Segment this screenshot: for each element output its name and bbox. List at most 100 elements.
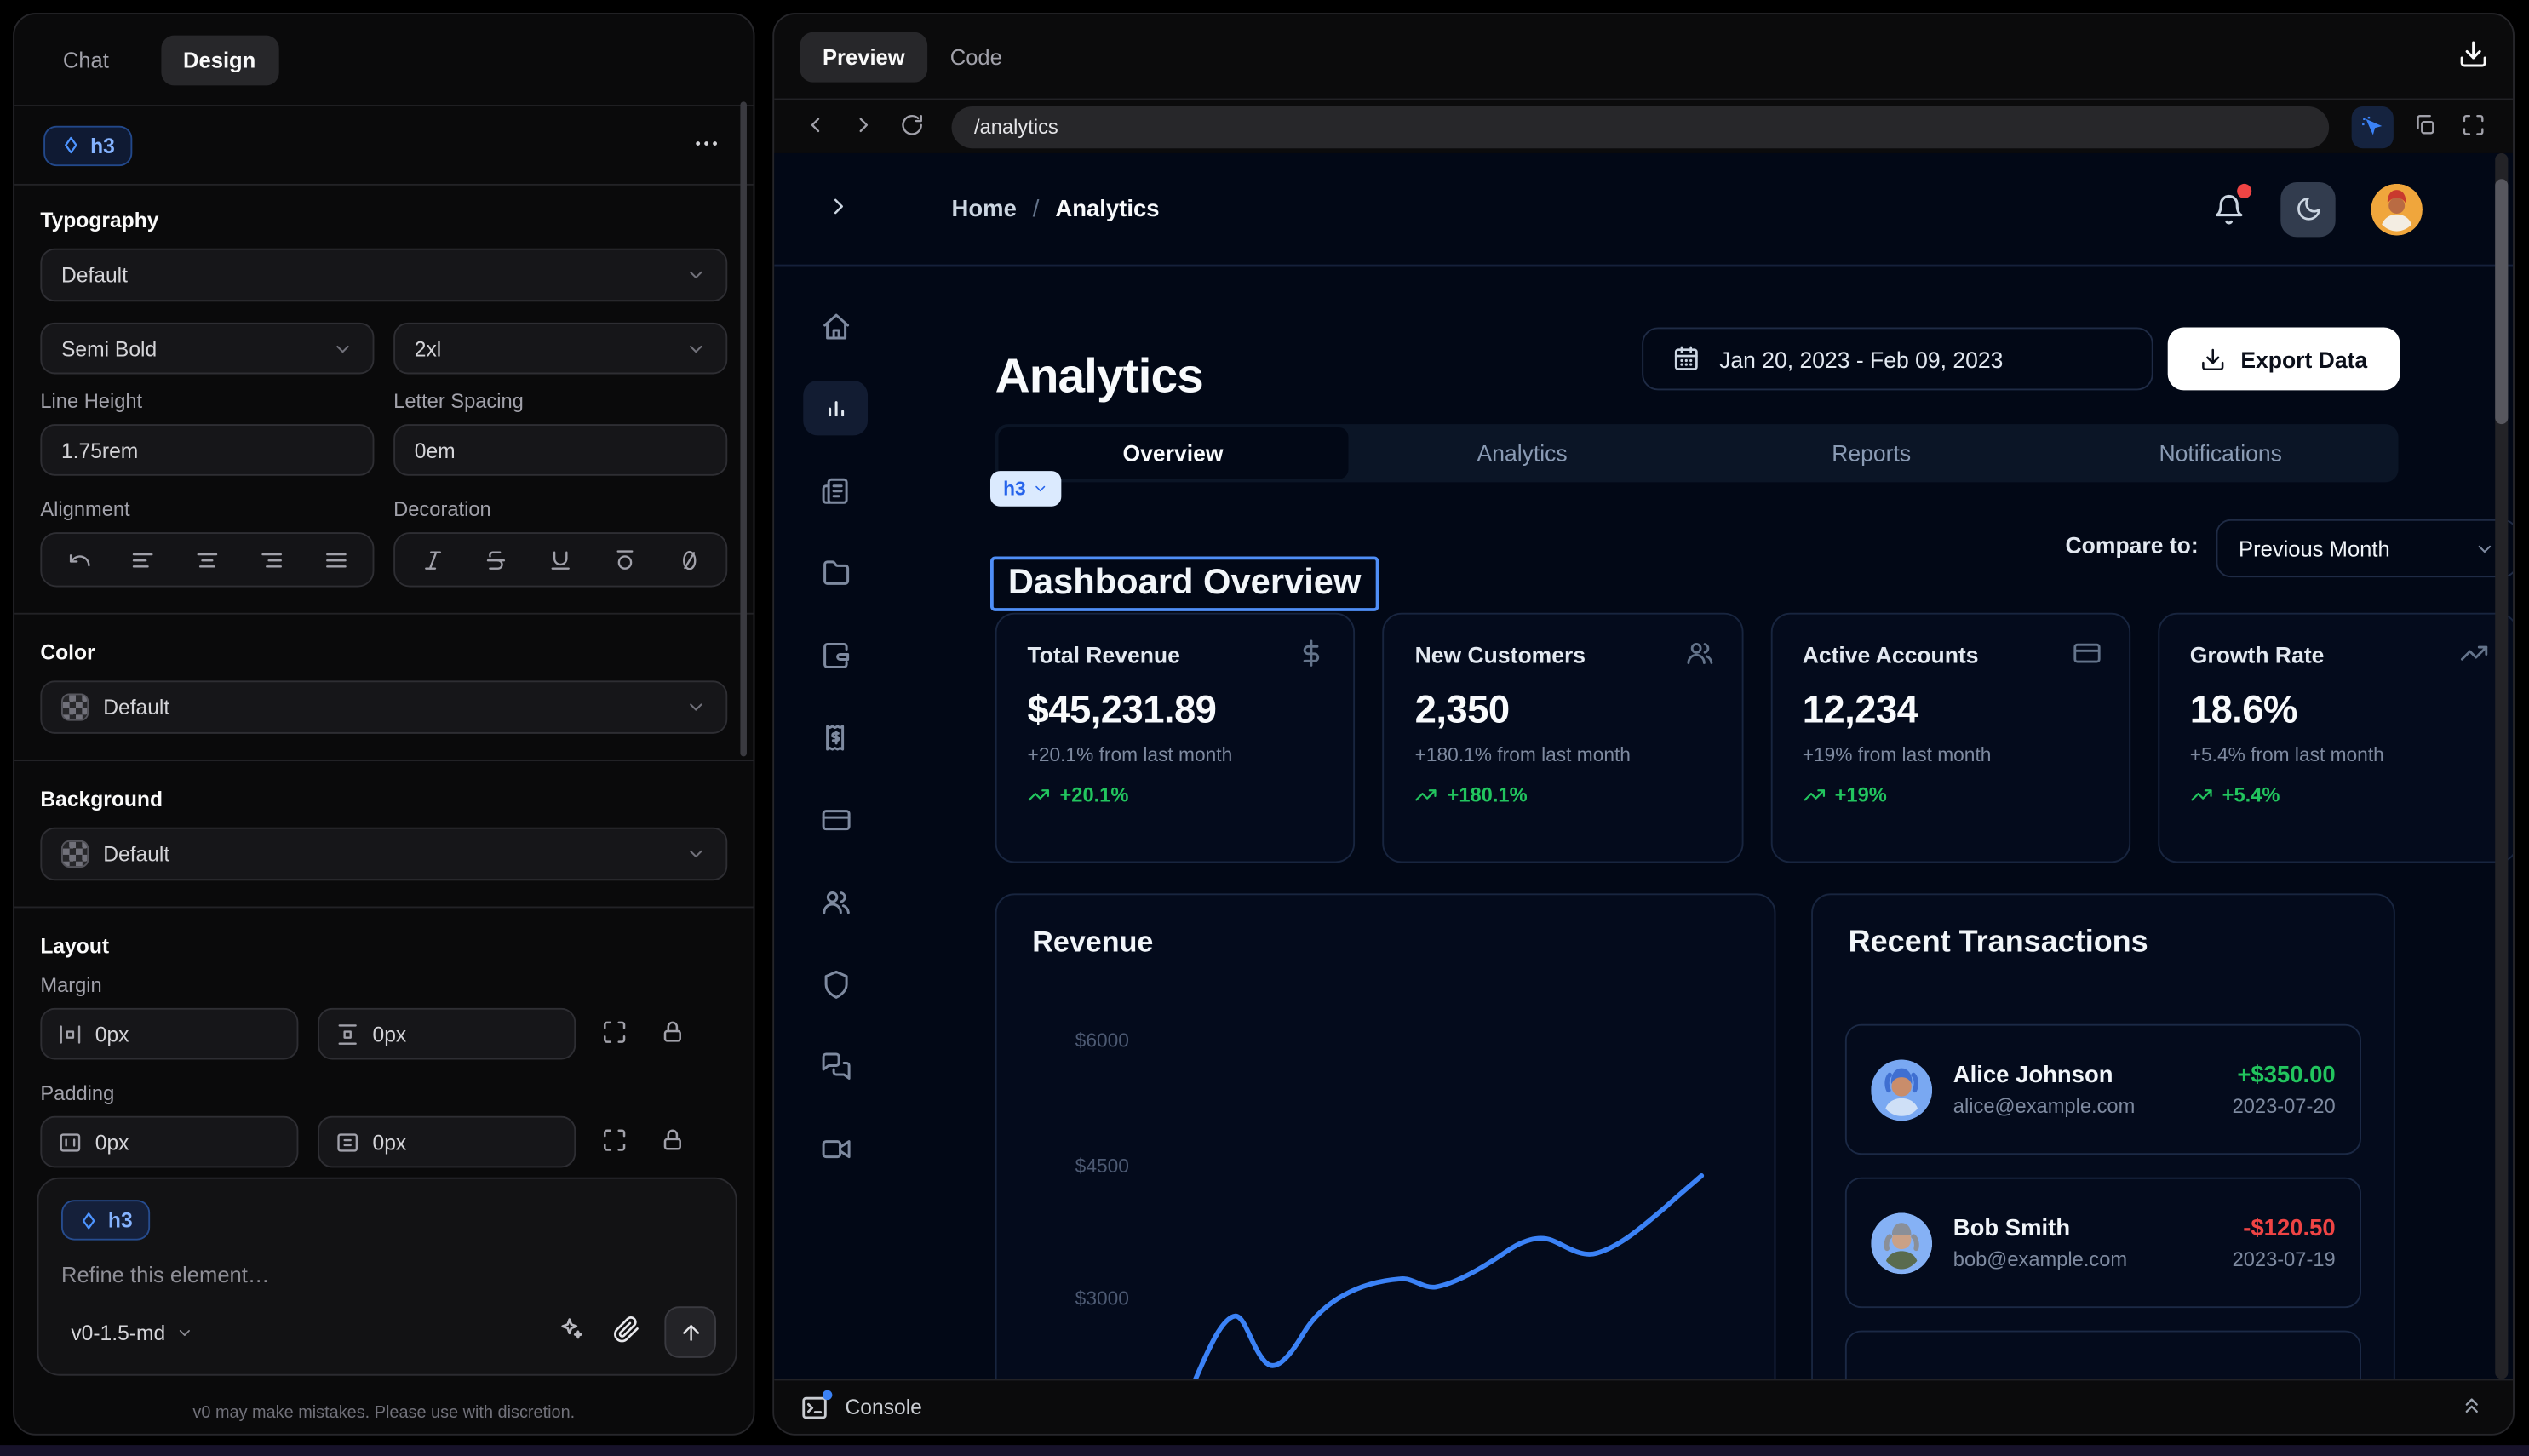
color-value: Default [103, 695, 169, 719]
sidebar-item-house[interactable] [803, 298, 868, 353]
stat-delta: +180.1% [1415, 784, 1711, 807]
url-input[interactable]: /analytics [952, 106, 2330, 147]
date-range-button[interactable]: Jan 20, 2023 - Feb 09, 2023 [1642, 328, 2153, 391]
transaction-name: Alice Johnson [1953, 1062, 2113, 1087]
italic-button[interactable] [404, 537, 459, 582]
compare-select[interactable]: Previous Month [2216, 519, 2514, 577]
user-avatar[interactable] [2371, 183, 2423, 235]
underline-button[interactable] [533, 537, 588, 582]
attach-file-button[interactable] [610, 1316, 642, 1349]
sidebar-item-wallet[interactable] [803, 628, 868, 682]
transaction-row[interactable]: Bob Smith-$120.50bob@example.com2023-07-… [1845, 1178, 2361, 1308]
bar-chart-icon [820, 393, 851, 423]
margin-lock-button[interactable] [653, 1014, 691, 1052]
clear-decoration-button[interactable] [662, 537, 716, 582]
back-button[interactable] [797, 109, 833, 145]
reset-alignment-button[interactable] [52, 537, 106, 582]
composer-element-chip[interactable]: h3 [61, 1200, 151, 1240]
refresh-button[interactable] [893, 109, 929, 145]
font-family-select[interactable]: Default [40, 249, 727, 302]
tab-reports[interactable]: Reports [1697, 427, 2046, 479]
sidebar-item-messages[interactable] [803, 1039, 868, 1093]
stat-title: Total Revenue [1028, 642, 1323, 668]
sidebar-item-receipt[interactable] [803, 709, 868, 764]
alignment-toolbar [40, 532, 374, 587]
tab-design[interactable]: Design [161, 35, 278, 85]
padding-lock-button[interactable] [653, 1122, 691, 1161]
align-right-button[interactable] [244, 537, 298, 582]
console-icon [800, 1393, 829, 1422]
sidebar-item-users[interactable] [803, 874, 868, 929]
console-bar[interactable]: Console [774, 1379, 2513, 1433]
fullscreen-button[interactable] [2455, 109, 2491, 145]
transaction-row[interactable]: Alice Johnson+$350.00alice@example.com20… [1845, 1024, 2361, 1155]
tab-code[interactable]: Code [927, 32, 1024, 82]
padding-expand-button[interactable] [595, 1122, 634, 1161]
tab-notifications[interactable]: Notifications [2046, 427, 2395, 479]
margin-y-input[interactable]: 0px [318, 1008, 576, 1060]
font-weight-value: Semi Bold [61, 336, 157, 360]
duplicate-button[interactable] [2406, 109, 2442, 145]
element-menu-button[interactable] [682, 124, 724, 166]
overline-button[interactable] [597, 537, 651, 582]
sidebar-item-newspaper[interactable] [803, 463, 868, 518]
tab-chat[interactable]: Chat [40, 35, 131, 85]
letter-spacing-input[interactable]: 0em [393, 424, 727, 476]
selected-element-badge[interactable]: h3 [43, 125, 133, 165]
folder-icon [820, 557, 851, 588]
font-weight-select[interactable]: Semi Bold [40, 323, 374, 375]
align-left-button[interactable] [116, 537, 170, 582]
stat-subtext: +19% from last month [1803, 743, 2098, 766]
line-height-input[interactable]: 1.75rem [40, 424, 374, 476]
console-expand-button[interactable] [2455, 1391, 2487, 1424]
padding-horizontal-icon [58, 1130, 82, 1154]
tab-preview[interactable]: Preview [800, 32, 927, 82]
download-button[interactable] [2448, 37, 2486, 76]
breadcrumb-home[interactable]: Home [952, 196, 1017, 221]
stat-subtext: +180.1% from last month [1415, 743, 1711, 766]
sidebar-item-bar-chart[interactable] [803, 381, 868, 435]
tab-analytics[interactable]: Analytics [1348, 427, 1697, 479]
background-value: Default [103, 842, 169, 866]
refine-composer[interactable]: h3 Refine this element… v0-1.5-md [37, 1178, 737, 1376]
padding-x-input[interactable]: 0px [40, 1116, 298, 1168]
typography-section-label: Typography [40, 208, 727, 232]
slash-zero-icon [677, 547, 701, 571]
margin-expand-button[interactable] [595, 1014, 634, 1052]
theme-toggle-button[interactable] [2280, 181, 2335, 236]
background-select[interactable]: Default [40, 828, 727, 881]
sidebar-item-credit-card[interactable] [803, 792, 868, 846]
padding-x-value: 0px [95, 1130, 129, 1154]
forward-button[interactable] [846, 109, 881, 145]
sidebar-toggle-button[interactable] [816, 190, 854, 228]
disclaimer-text: v0 may make mistakes. Please use with di… [14, 1403, 754, 1423]
selection-tag-chip[interactable]: h3 [990, 471, 1061, 507]
transaction-row-clipped[interactable] [1845, 1331, 2361, 1379]
transaction-email: bob@example.com [1953, 1247, 2127, 1270]
section-heading-selected[interactable]: Dashboard Overview [990, 556, 1379, 610]
font-size-select[interactable]: 2xl [393, 323, 727, 375]
padding-y-input[interactable]: 0px [318, 1116, 576, 1168]
transaction-details: Bob Smith-$120.50bob@example.com2023-07-… [1953, 1215, 2336, 1270]
chevron-down-icon [685, 696, 707, 718]
color-select[interactable]: Default [40, 680, 727, 734]
transactions-list: Alice Johnson+$350.00alice@example.com20… [1845, 1024, 2361, 1379]
strikethrough-button[interactable] [469, 537, 524, 582]
enhance-prompt-button[interactable] [555, 1316, 588, 1349]
sidebar-item-folder[interactable] [803, 545, 868, 599]
align-justify-button[interactable] [308, 537, 363, 582]
sidebar-item-shield[interactable] [803, 956, 868, 1011]
notifications-button[interactable] [2213, 192, 2245, 225]
send-button[interactable] [664, 1306, 716, 1358]
divider [14, 760, 754, 761]
align-center-button[interactable] [180, 537, 234, 582]
composer-placeholder[interactable]: Refine this element… [61, 1263, 713, 1287]
sidebar-item-video[interactable] [803, 1121, 868, 1175]
margin-x-input[interactable]: 0px [40, 1008, 298, 1060]
export-data-button[interactable]: Export Data [2168, 328, 2400, 391]
viewport-scrollbar-thumb[interactable] [2495, 179, 2508, 424]
wallet-icon [820, 639, 851, 670]
inspect-pointer-button[interactable] [2352, 106, 2394, 147]
model-selector[interactable]: v0-1.5-md [61, 1318, 203, 1345]
panel-scrollbar[interactable] [740, 101, 747, 756]
